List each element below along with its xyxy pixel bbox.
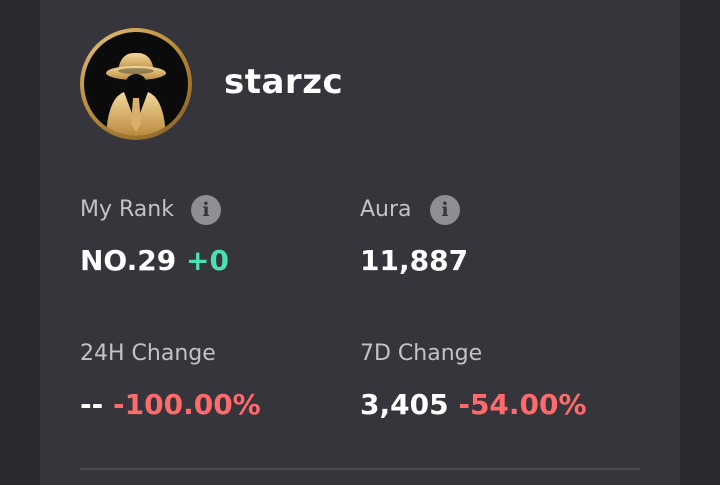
change-7d-value: 3,405 [360,388,449,421]
change-24h-label: 24H Change [80,341,216,366]
rank-change: +0 [185,244,229,277]
change-7d-value-group: 3,405 -54.00% [360,388,587,421]
aura-value: 11,887 [360,244,469,277]
divider [80,468,640,470]
aura-label: Aura [360,197,412,222]
change-7d-percent: -54.00% [458,388,587,421]
change-24h-value: -- [80,388,104,421]
detective-hat-icon [84,32,188,136]
rank-value: NO.29 [80,244,177,277]
aura-info-icon[interactable]: i [430,195,460,225]
change-7d-label: 7D Change [360,341,483,366]
page: starzc My Rank i NO.29 +0 Aura i 11,887 … [0,0,720,485]
change-24h-value-group: -- -100.00% [80,388,261,421]
avatar[interactable] [80,28,192,140]
rank-value-group: NO.29 +0 [80,244,229,277]
rank-label: My Rank [80,197,174,222]
rank-info-icon[interactable]: i [191,195,221,225]
change-24h-percent: -100.00% [113,388,261,421]
username: starzc [224,62,344,102]
